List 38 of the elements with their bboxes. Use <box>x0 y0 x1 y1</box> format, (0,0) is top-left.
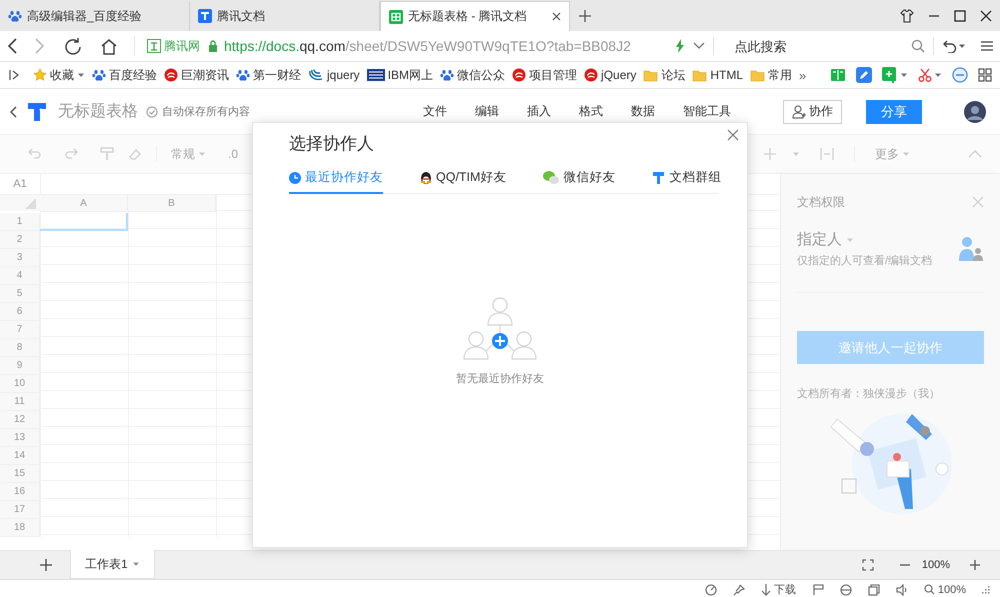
more-bookmarks-button[interactable]: » <box>799 68 806 82</box>
url-field[interactable]: https://docs.qq.com/sheet/DSW5YeW90TW9qTE1O?tab=BB08J2 <box>224 38 631 54</box>
download-button[interactable]: 下载 <box>760 582 796 597</box>
menu-item[interactable]: 文件 <box>423 103 447 120</box>
bookmark[interactable]: 巨潮资讯 <box>164 66 229 84</box>
dialog-tab[interactable]: 文档群组 <box>652 165 722 194</box>
menu-item[interactable]: 智能工具 <box>683 103 731 120</box>
dialog-tab[interactable]: QQ/TIM好友 <box>420 165 506 194</box>
save-status: 自动保存所有内容 <box>162 104 250 119</box>
bookmark[interactable]: 常用 <box>750 66 792 84</box>
menu-item[interactable]: 编辑 <box>475 103 499 120</box>
collaborate-button[interactable]: 协作 <box>783 100 842 124</box>
bookmark[interactable]: 收藏 <box>33 66 85 84</box>
site-label: 腾讯网 <box>164 38 200 54</box>
bookmark[interactable]: 项目管理 <box>512 66 578 84</box>
bookmark[interactable]: 百度经验 <box>92 66 157 84</box>
cell-reference: A1 <box>0 174 41 194</box>
zoom-button[interactable]: 100% <box>924 584 966 596</box>
dialog-title: 选择协作人 <box>289 133 375 155</box>
bookmark[interactable]: jQuery <box>584 68 636 82</box>
dialog-tab[interactable]: 微信好友 <box>543 165 616 194</box>
empty-state-text: 暂无最近协作好友 <box>456 372 544 386</box>
bookmark[interactable]: HTML <box>692 68 744 82</box>
bookmark[interactable]: IBM网上 <box>366 66 434 84</box>
dialog-tab[interactable]: 最近协作好友 <box>289 165 383 194</box>
permission-hint: 仅指定的人可查看/编辑文档 <box>797 254 932 268</box>
browser-tab[interactable]: 无标题表格 - 腾讯文档 <box>380 1 570 31</box>
bookmark[interactable]: 第一财经 <box>236 66 301 84</box>
menu-item[interactable]: 插入 <box>527 103 551 120</box>
bookmark[interactable]: 微信公众 <box>440 66 506 84</box>
sheet-tab[interactable]: 工作表1 <box>70 550 155 579</box>
menu-item[interactable]: 数据 <box>631 103 655 120</box>
menu-item[interactable]: 格式 <box>579 103 603 120</box>
bookmark[interactable]: 论坛 <box>643 66 686 84</box>
panel-title: 文档权限 <box>797 194 845 210</box>
zoom-level: 100% <box>922 559 950 571</box>
bookmark[interactable]: jquery <box>308 68 360 82</box>
owner-label: 文档所有者：独侠漫步（我） <box>797 386 941 401</box>
